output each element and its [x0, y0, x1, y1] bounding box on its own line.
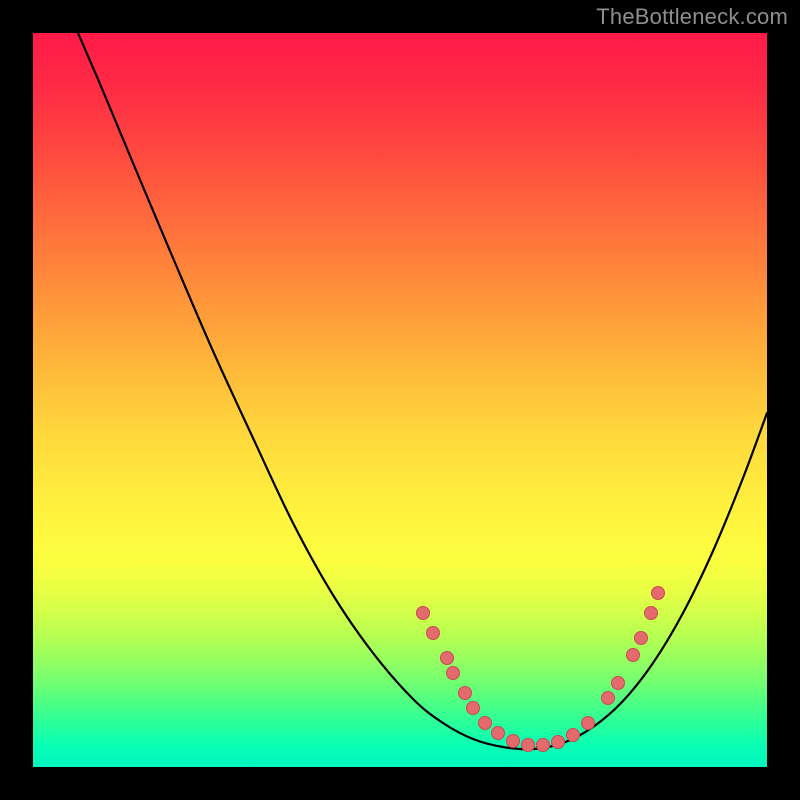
plot-background — [33, 33, 767, 767]
watermark-text: TheBottleneck.com — [596, 4, 788, 30]
chart-container: TheBottleneck.com — [0, 0, 800, 800]
